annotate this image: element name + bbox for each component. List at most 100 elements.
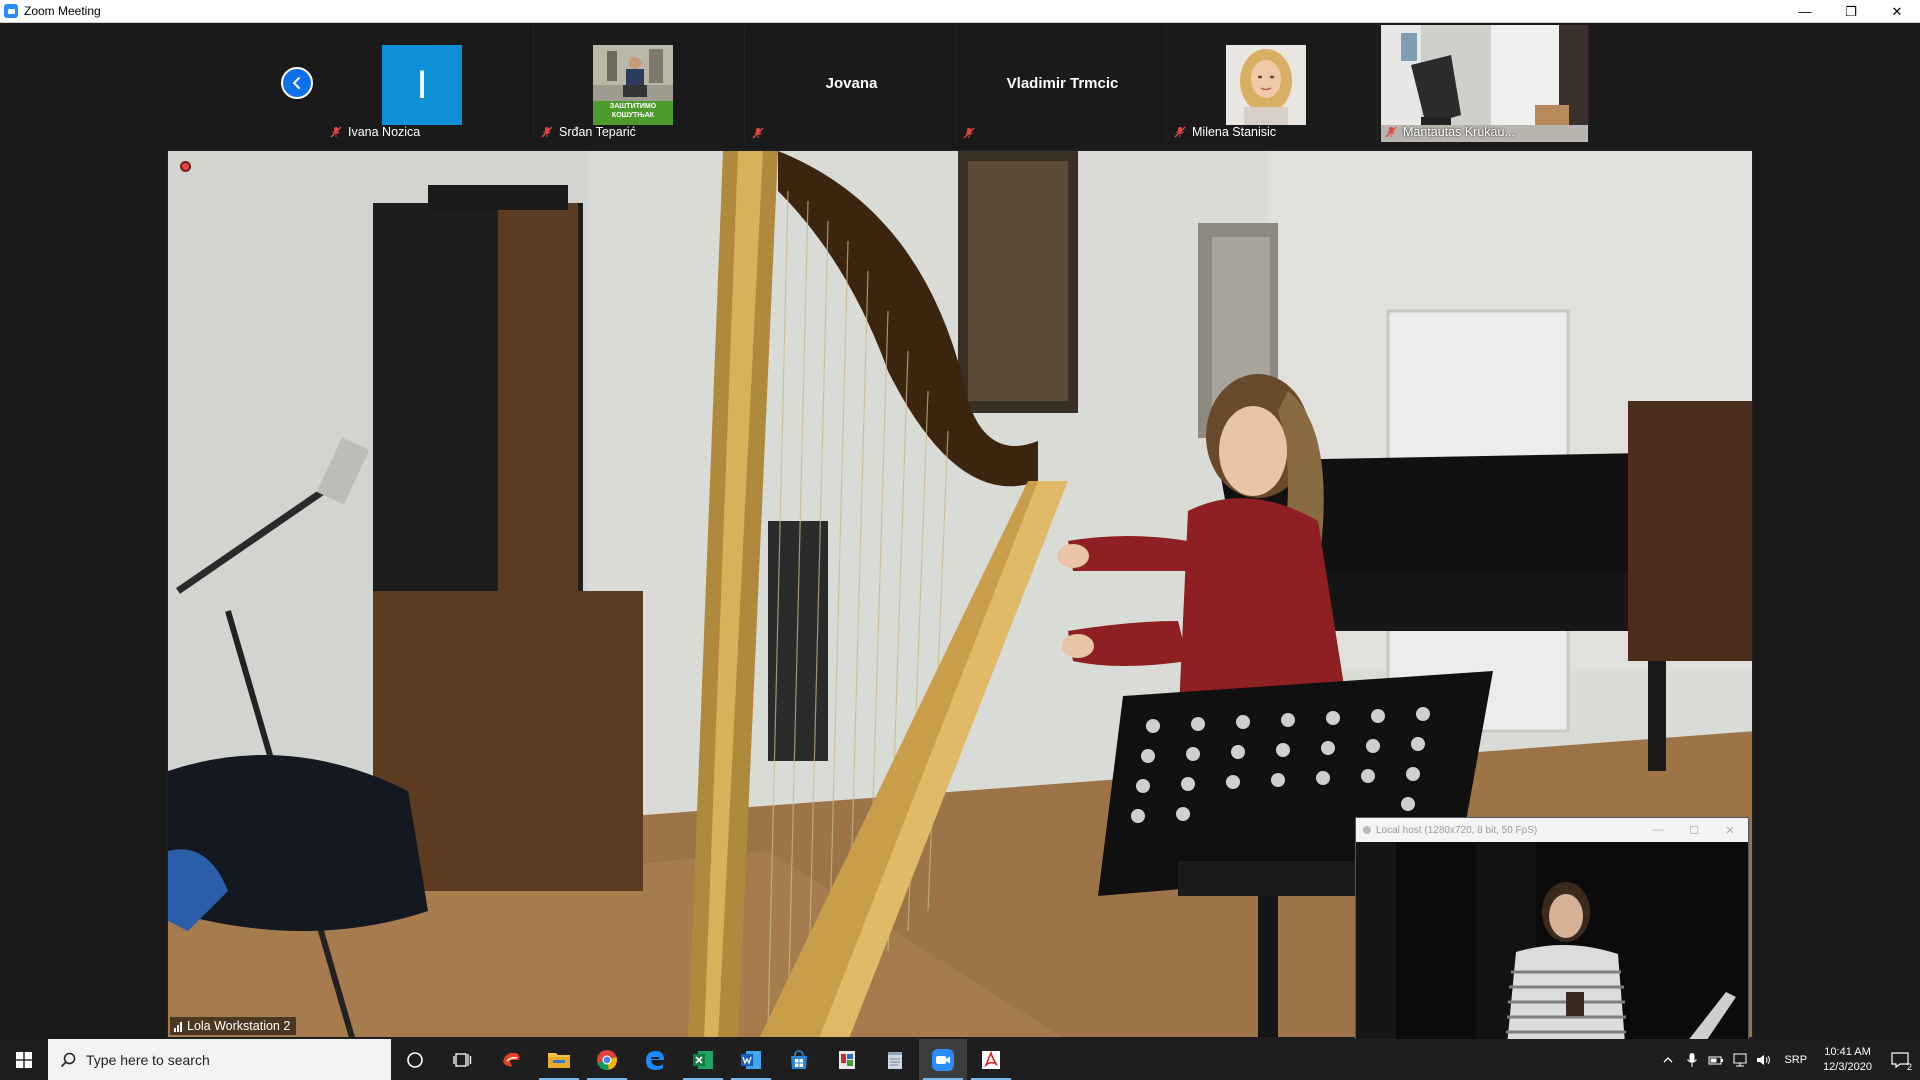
microphone-tray-button[interactable] bbox=[1680, 1039, 1704, 1080]
participant-name-center: Vladimir Trmcic bbox=[1006, 75, 1119, 92]
windows-logo-icon bbox=[16, 1051, 32, 1068]
local-preview-controls: — ☐ ✕ bbox=[1640, 824, 1748, 837]
task-view-icon bbox=[453, 1052, 472, 1067]
taskbar-store[interactable] bbox=[775, 1039, 823, 1080]
cortana-icon bbox=[407, 1051, 423, 1068]
avatar bbox=[1226, 45, 1306, 125]
taskbar-word[interactable] bbox=[727, 1039, 775, 1080]
start-button[interactable] bbox=[0, 1039, 48, 1080]
chrome-icon bbox=[597, 1049, 617, 1070]
network-tray-button[interactable] bbox=[1728, 1039, 1752, 1080]
mic-muted-icon bbox=[541, 126, 553, 138]
tile-footer: Ivana Nozica bbox=[330, 125, 420, 139]
chevron-up-icon bbox=[1663, 1056, 1673, 1062]
mic-muted-icon bbox=[1385, 126, 1397, 138]
zoom-app-icon bbox=[4, 4, 18, 18]
close-button[interactable]: ✕ bbox=[1874, 0, 1920, 23]
local-preview-window[interactable]: Local host (1280x720, 8 bit, 50 FpS) — ☐… bbox=[1355, 817, 1749, 1057]
app-red-icon bbox=[503, 1052, 520, 1066]
zoom-icon bbox=[932, 1048, 954, 1071]
taskbar-file-explorer[interactable] bbox=[535, 1039, 583, 1080]
close-icon[interactable]: ✕ bbox=[1712, 824, 1748, 837]
photo-app-icon bbox=[839, 1050, 855, 1069]
clock[interactable]: 10:41 AM 12/3/2020 bbox=[1823, 1045, 1872, 1075]
meeting-area: I Ivana Nozica ЗАШТИТИМО КОШУТЊАК Srđan … bbox=[0, 23, 1920, 1057]
participant-tile-srdan[interactable]: ЗАШТИТИМО КОШУТЊАК Srđan Teparić bbox=[537, 25, 745, 142]
thumbnail-strip: I Ivana Nozica ЗАШТИТИМО КОШУТЊАК Srđan … bbox=[0, 23, 1920, 145]
taskbar-notepad[interactable] bbox=[871, 1039, 919, 1080]
taskbar-photo-app[interactable] bbox=[823, 1039, 871, 1080]
mic-muted-icon bbox=[330, 126, 342, 138]
participant-tile-jovana[interactable]: Jovana bbox=[748, 25, 956, 142]
avatar: ЗАШТИТИМО КОШУТЊАК bbox=[593, 45, 673, 125]
chevron-left-icon bbox=[293, 77, 300, 89]
action-center-button[interactable]: 2 bbox=[1880, 1039, 1920, 1080]
edge-icon bbox=[646, 1050, 664, 1070]
volume-tray-button[interactable] bbox=[1752, 1039, 1776, 1080]
notification-count: 2 bbox=[1906, 1062, 1912, 1072]
recording-indicator bbox=[180, 161, 191, 172]
participant-tile-mantautas[interactable]: Mantautas Krukau... bbox=[1381, 25, 1589, 142]
taskbar: Type here to search SRP 10:41 AM 12/3/20… bbox=[0, 1039, 1920, 1080]
minimize-button[interactable]: — bbox=[1782, 0, 1828, 23]
battery-icon bbox=[1708, 1056, 1724, 1064]
notepad-icon bbox=[888, 1051, 902, 1069]
window-titlebar: Zoom Meeting — ❐ ✕ bbox=[0, 0, 1920, 23]
participant-name-center: Jovana bbox=[825, 75, 878, 92]
local-video bbox=[1356, 842, 1748, 1056]
store-icon bbox=[791, 1049, 807, 1069]
search-icon bbox=[60, 1052, 76, 1067]
tile-footer bbox=[752, 127, 770, 139]
mic-muted-icon bbox=[963, 127, 975, 139]
local-preview-title: Local host (1280x720, 8 bit, 50 FpS) bbox=[1376, 824, 1538, 836]
acrobat-icon bbox=[982, 1050, 1000, 1069]
network-icon bbox=[1733, 1053, 1747, 1066]
speaker-volume-icon bbox=[1757, 1054, 1771, 1065]
minimize-icon[interactable]: — bbox=[1640, 824, 1676, 837]
avatar-photo bbox=[1226, 45, 1306, 125]
avatar-sign-text: ЗАШТИТИМО КОШУТЊАК bbox=[609, 103, 657, 119]
clock-time: 10:41 AM bbox=[1824, 1045, 1871, 1058]
system-tray: SRP 10:41 AM 12/3/2020 2 bbox=[1656, 1039, 1920, 1080]
tile-footer: Mantautas Krukau... bbox=[1385, 125, 1515, 139]
search-placeholder: Type here to search bbox=[86, 1051, 210, 1068]
participant-name: Srđan Teparić bbox=[559, 125, 636, 139]
participant-tile-ivana[interactable]: I Ivana Nozica bbox=[326, 25, 534, 142]
battery-tray-button[interactable] bbox=[1704, 1039, 1728, 1080]
taskbar-zoom[interactable] bbox=[919, 1039, 967, 1080]
taskbar-edge[interactable] bbox=[631, 1039, 679, 1080]
participant-name: Milena Stanisic bbox=[1192, 125, 1277, 139]
local-preview-titlebar[interactable]: Local host (1280x720, 8 bit, 50 FpS) — ☐… bbox=[1356, 818, 1748, 842]
participant-tile-milena[interactable]: Milena Stanisic bbox=[1170, 25, 1378, 142]
app-icon bbox=[1363, 826, 1371, 834]
mic-muted-icon bbox=[1174, 126, 1186, 138]
avatar: I bbox=[382, 45, 462, 125]
input-language[interactable]: SRP bbox=[1784, 1054, 1807, 1066]
microphone-icon bbox=[1687, 1052, 1698, 1067]
mic-muted-icon bbox=[752, 127, 764, 139]
taskbar-search[interactable]: Type here to search bbox=[48, 1039, 391, 1080]
taskbar-app-red[interactable] bbox=[487, 1039, 535, 1080]
participant-tile-vladimir[interactable]: Vladimir Trmcic bbox=[959, 25, 1167, 142]
avatar-initial: I bbox=[416, 62, 428, 107]
excel-icon bbox=[693, 1050, 713, 1069]
tile-footer: Srđan Teparić bbox=[541, 125, 636, 139]
show-hidden-icons-button[interactable] bbox=[1656, 1039, 1680, 1080]
word-icon bbox=[741, 1050, 761, 1069]
participant-name: Mantautas Krukau... bbox=[1403, 125, 1515, 139]
speaker-name-label: Lola Workstation 2 bbox=[170, 1017, 297, 1035]
tile-footer bbox=[963, 127, 981, 139]
taskbar-acrobat[interactable] bbox=[967, 1039, 1015, 1080]
taskbar-chrome[interactable] bbox=[583, 1039, 631, 1080]
cortana-button[interactable] bbox=[391, 1039, 439, 1080]
previous-page-button[interactable] bbox=[281, 67, 313, 99]
speaker-name: Lola Workstation 2 bbox=[187, 1019, 291, 1033]
restore-button[interactable]: ❐ bbox=[1828, 0, 1874, 23]
taskbar-excel[interactable] bbox=[679, 1039, 727, 1080]
task-view-button[interactable] bbox=[439, 1039, 487, 1080]
file-explorer-icon bbox=[548, 1052, 570, 1068]
maximize-icon[interactable]: ☐ bbox=[1676, 824, 1712, 837]
tile-footer: Milena Stanisic bbox=[1174, 125, 1276, 139]
window-title: Zoom Meeting bbox=[24, 4, 101, 18]
participant-name: Ivana Nozica bbox=[348, 125, 421, 139]
